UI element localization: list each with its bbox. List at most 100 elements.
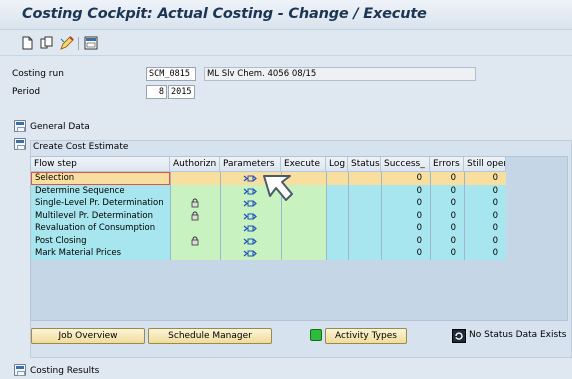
execute-cell[interactable] bbox=[281, 234, 326, 247]
still-open-cell: 0 bbox=[464, 172, 506, 185]
costing-results-expand-icon[interactable] bbox=[14, 364, 26, 376]
new-document-icon[interactable] bbox=[20, 36, 34, 50]
column-header-still-open[interactable]: Still open bbox=[464, 157, 506, 172]
errors-cell: 0 bbox=[430, 247, 464, 260]
column-divider bbox=[430, 172, 431, 260]
activity-types-button[interactable]: Activity Types bbox=[325, 328, 407, 344]
parameters-arrow-icon[interactable] bbox=[243, 200, 257, 207]
create-cost-estimate-expand-icon[interactable] bbox=[14, 138, 26, 150]
parameters-arrow-icon[interactable] bbox=[243, 250, 257, 257]
status-cell bbox=[348, 209, 381, 222]
still-open-cell: 0 bbox=[464, 209, 506, 222]
log-cell[interactable] bbox=[326, 247, 348, 260]
authorization-cell bbox=[170, 247, 220, 260]
period-field[interactable]: 8 bbox=[146, 85, 167, 99]
still-open-cell: 0 bbox=[464, 184, 506, 197]
column-divider bbox=[170, 172, 171, 260]
layout-icon[interactable] bbox=[84, 36, 98, 50]
costing-results-label: Costing Results bbox=[30, 366, 100, 376]
job-overview-button[interactable]: Job Overview bbox=[31, 328, 145, 344]
parameters-arrow-icon[interactable] bbox=[243, 188, 257, 195]
window-title: Costing Cockpit: Actual Costing - Change… bbox=[22, 6, 427, 22]
parameters-arrow-icon[interactable] bbox=[243, 225, 257, 232]
log-cell[interactable] bbox=[326, 197, 348, 210]
flow-step-cell[interactable]: Post Closing bbox=[31, 234, 170, 247]
log-cell[interactable] bbox=[326, 184, 348, 197]
success-cell: 0 bbox=[381, 184, 430, 197]
column-divider bbox=[220, 172, 221, 260]
status-cell bbox=[348, 234, 381, 247]
authorization-cell bbox=[170, 209, 220, 222]
log-cell[interactable] bbox=[326, 209, 348, 222]
status-cell bbox=[348, 172, 381, 185]
parameters-arrow-icon[interactable] bbox=[243, 238, 257, 245]
title-bar: Costing Cockpit: Actual Costing - Change… bbox=[0, 0, 572, 30]
column-divider bbox=[381, 172, 382, 260]
flow-step-cell[interactable]: Multilevel Pr. Determination bbox=[31, 209, 170, 222]
authorization-cell bbox=[170, 184, 220, 197]
edit-icon[interactable] bbox=[60, 36, 74, 50]
column-divider bbox=[464, 172, 465, 260]
errors-cell: 0 bbox=[430, 197, 464, 210]
general-data-expand-icon[interactable] bbox=[14, 120, 26, 132]
parameters-cell[interactable] bbox=[220, 209, 281, 222]
parameters-cell[interactable] bbox=[220, 234, 281, 247]
period-label: Period bbox=[12, 87, 41, 97]
status-cell bbox=[348, 222, 381, 235]
schedule-manager-button[interactable]: Schedule Manager bbox=[148, 328, 272, 344]
success-cell: 0 bbox=[381, 247, 430, 260]
lock-icon bbox=[191, 211, 199, 220]
log-cell[interactable] bbox=[326, 172, 348, 185]
status-cell bbox=[348, 197, 381, 210]
costing-run-label: Costing run bbox=[12, 69, 64, 79]
parameters-arrow-icon[interactable] bbox=[243, 175, 257, 182]
authorization-cell bbox=[170, 172, 220, 185]
errors-cell: 0 bbox=[430, 184, 464, 197]
success-cell: 0 bbox=[381, 234, 430, 247]
parameters-arrow-icon[interactable] bbox=[243, 213, 257, 220]
authorization-cell bbox=[170, 197, 220, 210]
lock-icon bbox=[191, 236, 199, 245]
column-header-flow-step[interactable]: Flow step bbox=[31, 157, 170, 172]
create-cost-estimate-label: Create Cost Estimate bbox=[33, 142, 129, 152]
still-open-cell: 0 bbox=[464, 222, 506, 235]
status-message: No Status Data Exists bbox=[469, 330, 567, 340]
execute-cell[interactable] bbox=[281, 247, 326, 260]
column-header-status[interactable]: Status bbox=[348, 157, 381, 172]
log-cell[interactable] bbox=[326, 222, 348, 235]
flow-step-cell[interactable]: Revaluation of Consumption bbox=[31, 222, 170, 235]
toolbar-separator bbox=[78, 37, 79, 50]
status-indicator-icon[interactable] bbox=[310, 329, 322, 341]
mouse-cursor-icon bbox=[263, 175, 293, 201]
success-cell: 0 bbox=[381, 209, 430, 222]
success-cell: 0 bbox=[381, 197, 430, 210]
still-open-cell: 0 bbox=[464, 247, 506, 260]
period-year-field[interactable]: 2015 bbox=[168, 85, 195, 99]
authorization-cell bbox=[170, 234, 220, 247]
status-cell bbox=[348, 247, 381, 260]
flow-step-table: Flow step Authorizn Parameters Execute L… bbox=[30, 156, 568, 321]
column-header-success[interactable]: Success_ bbox=[381, 157, 430, 172]
parameters-cell[interactable] bbox=[220, 247, 281, 260]
execute-cell[interactable] bbox=[281, 209, 326, 222]
column-header-errors[interactable]: Errors bbox=[430, 157, 464, 172]
costing-run-field[interactable]: SCM_0815 bbox=[146, 67, 196, 81]
execute-cell[interactable] bbox=[281, 222, 326, 235]
log-cell[interactable] bbox=[326, 234, 348, 247]
success-cell: 0 bbox=[381, 222, 430, 235]
status-cell bbox=[348, 184, 381, 197]
copy-icon[interactable] bbox=[40, 36, 54, 50]
errors-cell: 0 bbox=[430, 209, 464, 222]
refresh-icon[interactable] bbox=[452, 329, 466, 343]
parameters-cell[interactable] bbox=[220, 222, 281, 235]
column-header-log[interactable]: Log bbox=[326, 157, 348, 172]
flow-step-cell[interactable]: Mark Material Prices bbox=[31, 247, 170, 260]
flow-step-cell[interactable]: Single-Level Pr. Determination bbox=[31, 197, 170, 210]
flow-step-cell[interactable]: Selection bbox=[31, 172, 170, 185]
flow-step-cell[interactable]: Determine Sequence bbox=[31, 184, 170, 197]
column-header-authorization[interactable]: Authorizn bbox=[170, 157, 220, 172]
application-toolbar bbox=[0, 30, 572, 56]
errors-cell: 0 bbox=[430, 234, 464, 247]
column-divider bbox=[348, 172, 349, 260]
errors-cell: 0 bbox=[430, 222, 464, 235]
